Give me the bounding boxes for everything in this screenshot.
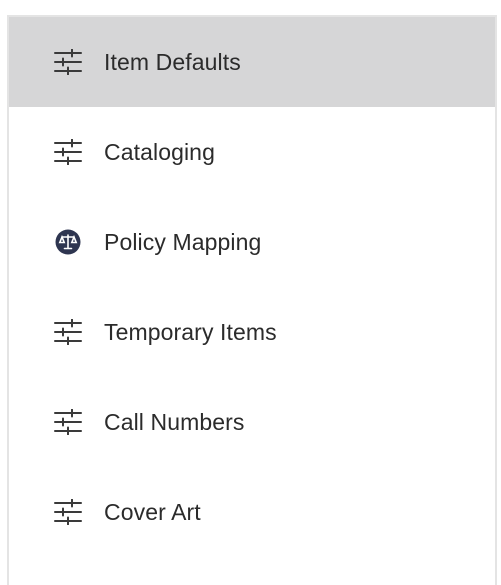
menu-item-label: Call Numbers	[104, 408, 245, 435]
scales-icon	[53, 227, 83, 257]
sliders-icon	[53, 497, 83, 527]
sliders-icon	[53, 407, 83, 437]
menu-item-policy-mapping[interactable]: Policy Mapping	[9, 197, 495, 287]
sliders-icon	[53, 137, 83, 167]
menu-item-label: Cataloging	[104, 138, 215, 165]
menu-item-call-numbers[interactable]: Call Numbers	[9, 377, 495, 467]
menu-item-label: Cover Art	[104, 498, 201, 525]
sliders-icon	[53, 47, 83, 77]
menu-item-label: Policy Mapping	[104, 228, 262, 255]
menu-item-label: Temporary Items	[104, 318, 277, 345]
menu-item-cataloging[interactable]: Cataloging	[9, 107, 495, 197]
sliders-icon	[53, 317, 83, 347]
menu-item-cover-art[interactable]: Cover Art	[9, 467, 495, 557]
menu-item-temporary-items[interactable]: Temporary Items	[9, 287, 495, 377]
settings-menu: Item Defaults Cataloging Policy Mapping …	[7, 15, 497, 585]
menu-item-label: Item Defaults	[104, 48, 241, 75]
menu-item-item-defaults[interactable]: Item Defaults	[9, 17, 495, 107]
